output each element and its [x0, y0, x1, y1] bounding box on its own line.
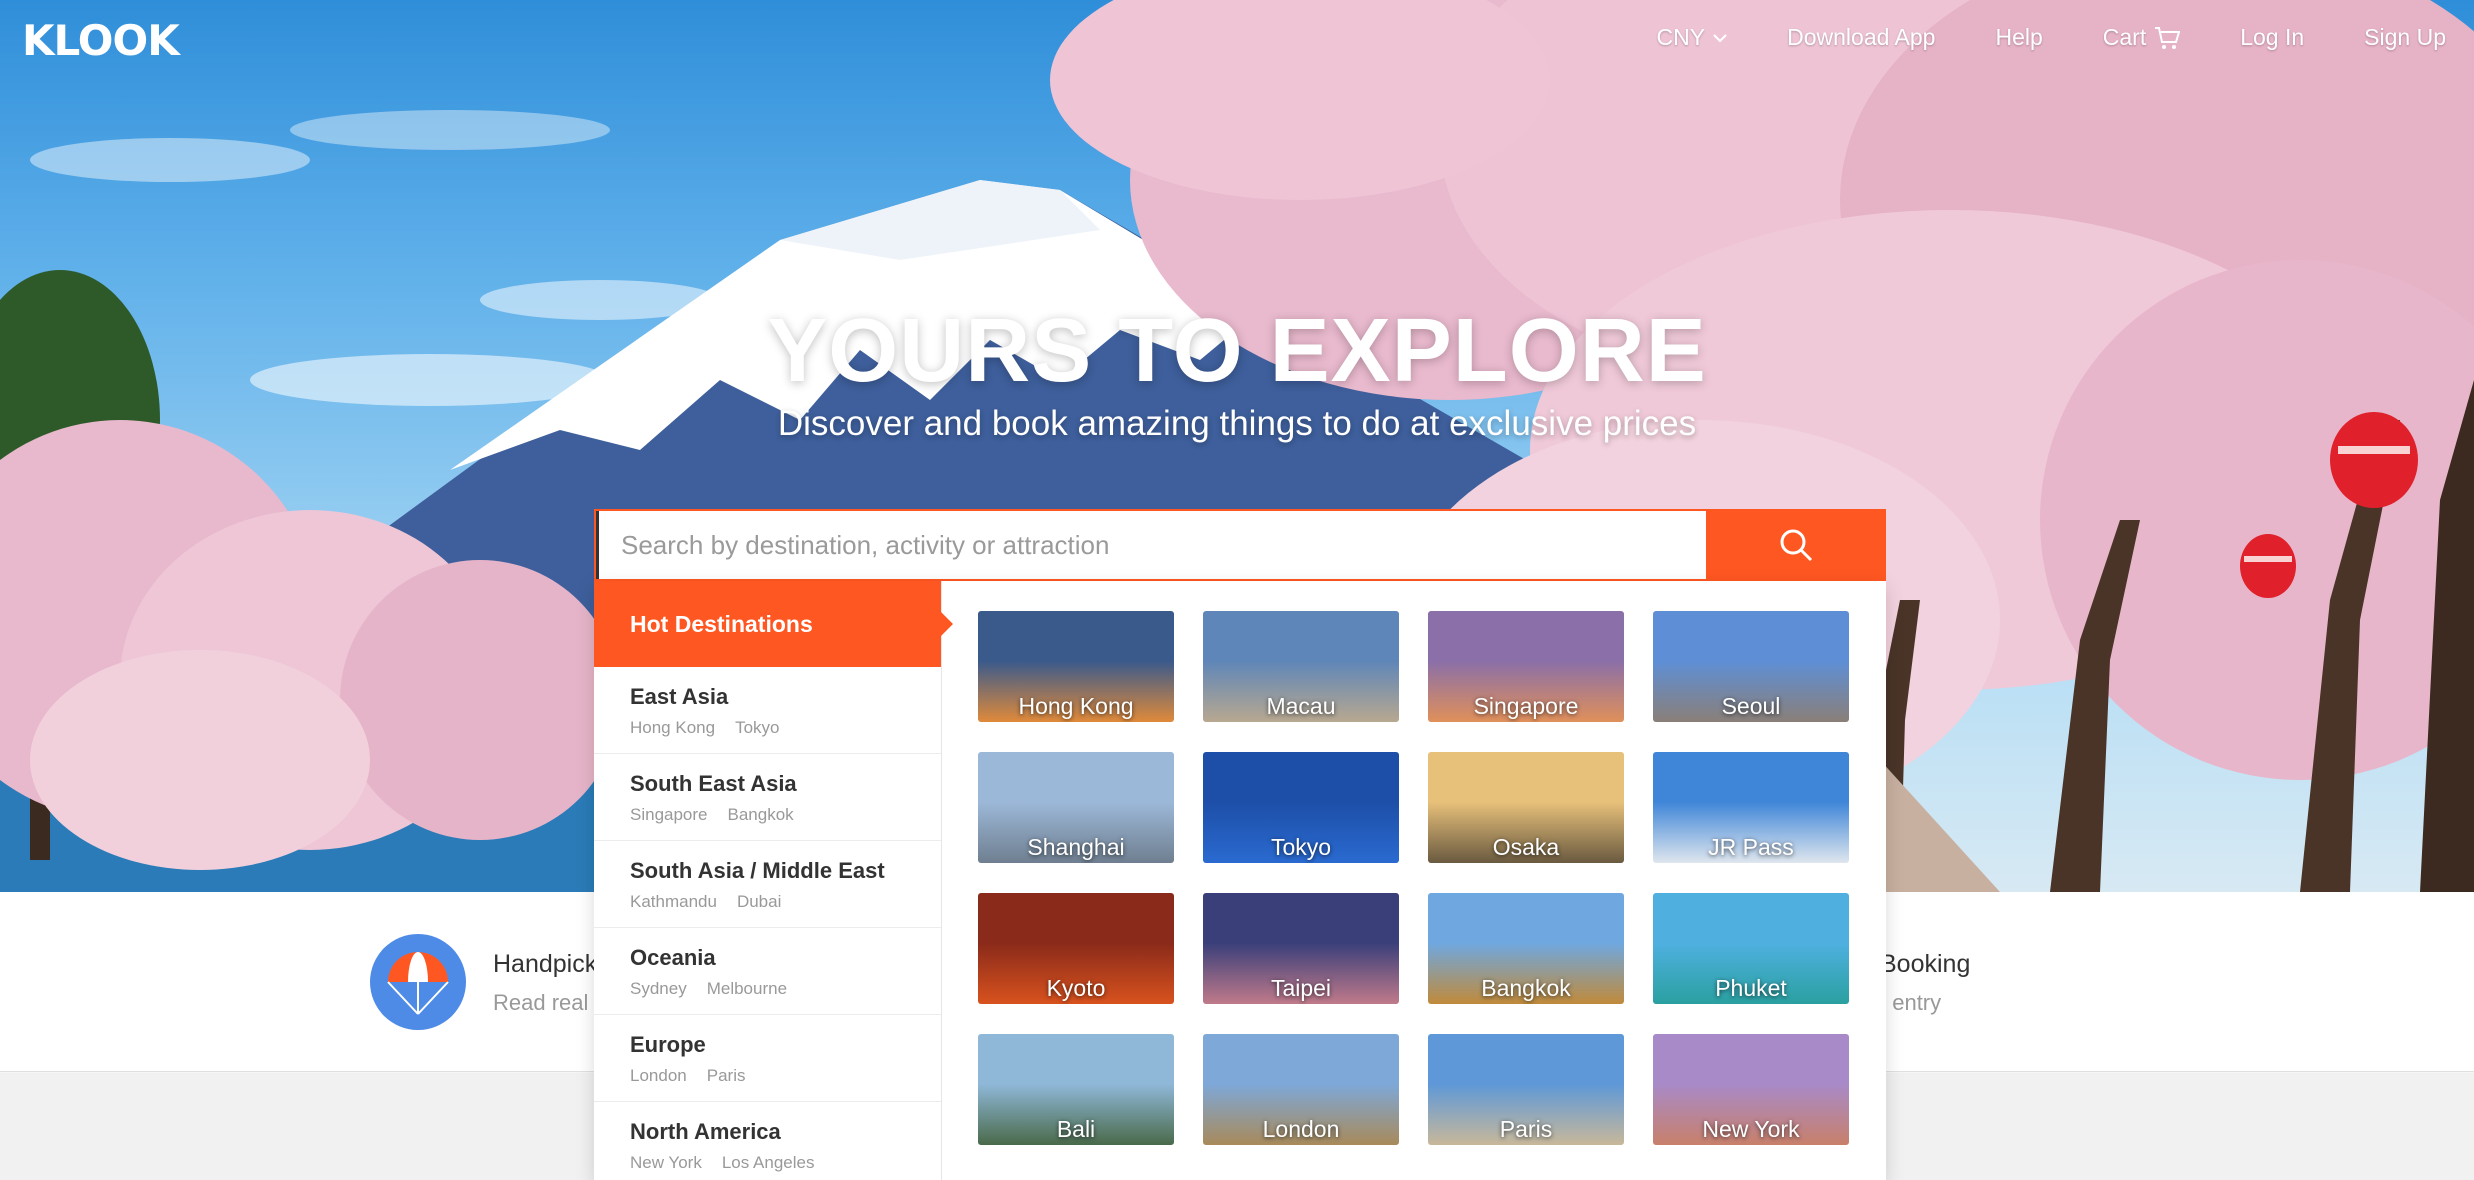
destination-grid: Hong Kong Macau Singapore Seoul Shanghai Toky… — [978, 611, 1849, 1145]
region-city-link[interactable]: Bangkok — [728, 805, 794, 824]
region-city-link[interactable]: Paris — [707, 1066, 746, 1085]
destination-label: Bangkok — [1481, 975, 1571, 1001]
search-input[interactable] — [596, 511, 1706, 579]
hero-subline: Discover and book amazing things to do a… — [777, 404, 1697, 443]
destination-card[interactable]: Bali — [978, 1034, 1174, 1145]
destination-label: Shanghai — [1027, 834, 1125, 860]
search-button[interactable] — [1706, 509, 1886, 581]
region-city-link[interactable]: Singapore — [630, 805, 708, 824]
region-item[interactable]: Europe London Paris — [594, 1015, 941, 1102]
region-cities: Singapore Bangkok — [630, 805, 941, 825]
destination-label: Tokyo — [1270, 834, 1332, 860]
feature-description: t entry — [1880, 990, 1942, 1015]
region-city-link[interactable]: New York — [630, 1153, 702, 1172]
destination-card[interactable]: London — [1203, 1034, 1399, 1145]
cart-link[interactable]: Cart — [2102, 24, 2181, 51]
region-city-link[interactable]: London — [630, 1066, 687, 1085]
destination-card[interactable]: Hong Kong — [978, 611, 1174, 722]
destination-card[interactable]: New York — [1653, 1034, 1849, 1145]
destination-card[interactable]: Osaka — [1428, 752, 1624, 863]
destination-label: Hong Kong — [1018, 693, 1134, 719]
region-cities: Sydney Melbourne — [630, 979, 941, 999]
destination-label: Osaka — [1492, 834, 1560, 860]
login-link[interactable]: Log In — [2240, 24, 2304, 51]
currency-label: CNY — [1656, 24, 1706, 50]
parachute-icon — [370, 934, 466, 1030]
destination-card[interactable]: Paris — [1428, 1034, 1624, 1145]
region-cities: London Paris — [630, 1066, 941, 1086]
destination-card[interactable]: Tokyo — [1203, 752, 1399, 863]
signup-link[interactable]: Sign Up — [2364, 24, 2446, 51]
region-name: Europe — [630, 1032, 706, 1057]
hero-headline: YOURS TO EXPLORE — [767, 301, 1707, 401]
region-item[interactable]: North America New York Los Angeles — [594, 1102, 941, 1180]
region-cities: Hong Kong Tokyo — [630, 718, 941, 738]
feature-description: Read real — [493, 990, 589, 1015]
cart-icon — [2155, 26, 2181, 49]
destination-card[interactable]: Phuket — [1653, 893, 1849, 1004]
destination-label: Macau — [1266, 693, 1336, 719]
destination-card[interactable]: Singapore — [1428, 611, 1624, 722]
destination-label: JR Pass — [1708, 834, 1794, 860]
feature-title: Handpick — [493, 950, 598, 978]
currency-selector[interactable]: CNY — [1657, 24, 1728, 51]
destination-label: Kyoto — [1046, 975, 1106, 1001]
region-name: South Asia / Middle East — [630, 858, 885, 883]
destination-card[interactable]: Seoul — [1653, 611, 1849, 722]
destination-card[interactable]: Shanghai — [978, 752, 1174, 863]
chevron-down-icon — [1713, 33, 1727, 42]
destination-label: Singapore — [1473, 693, 1579, 719]
region-name: East Asia — [630, 684, 729, 709]
region-name: Oceania — [630, 945, 716, 970]
region-city-link[interactable]: Dubai — [737, 892, 781, 911]
cart-label: Cart — [2102, 24, 2147, 50]
destination-card[interactable]: Macau — [1203, 611, 1399, 722]
destinations-dropdown: Hot Destinations East Asia Hong Kong Tokyo… — [594, 581, 1886, 1180]
region-cities: Kathmandu Dubai — [630, 892, 941, 912]
destination-label: Bali — [1056, 1116, 1096, 1142]
top-nav: KLOOK CNY Download App Help Cart Log In … — [0, 0, 2474, 80]
destination-label: Paris — [1499, 1116, 1553, 1142]
destination-card[interactable]: Taipei — [1203, 893, 1399, 1004]
region-list: Hot Destinations East Asia Hong Kong Tokyo… — [594, 581, 953, 1180]
region-item[interactable]: Oceania Sydney Melbourne — [594, 928, 941, 1015]
destination-label: Taipei — [1270, 975, 1332, 1001]
klook-logo[interactable]: KLOOK — [22, 16, 180, 65]
destination-card[interactable]: Kyoto — [978, 893, 1174, 1004]
region-city-link[interactable]: Kathmandu — [630, 892, 717, 911]
destination-card[interactable]: JR Pass — [1653, 752, 1849, 863]
region-city-link[interactable]: Sydney — [630, 979, 687, 998]
region-item[interactable]: East Asia Hong Kong Tokyo — [594, 667, 941, 754]
region-city-link[interactable]: Melbourne — [707, 979, 787, 998]
destination-label: Seoul — [1721, 693, 1781, 719]
region-item[interactable]: South East Asia Singapore Bangkok — [594, 754, 941, 841]
help-link[interactable]: Help — [1995, 24, 2042, 51]
tab-hot-destinations[interactable]: Hot Destinations — [594, 581, 953, 667]
region-cities: New York Los Angeles — [630, 1153, 941, 1173]
region-name: North America — [630, 1119, 781, 1144]
destination-label: Phuket — [1715, 975, 1787, 1001]
download-app-link[interactable]: Download App — [1787, 24, 1935, 51]
region-city-link[interactable]: Tokyo — [735, 718, 779, 737]
region-city-link[interactable]: Los Angeles — [722, 1153, 815, 1172]
destination-label: London — [1262, 1116, 1340, 1142]
search-icon — [1780, 529, 1813, 562]
destination-label: New York — [1702, 1116, 1800, 1142]
region-item[interactable]: South Asia / Middle East Kathmandu Dubai — [594, 841, 941, 928]
search-bar — [594, 509, 1886, 581]
region-city-link[interactable]: Hong Kong — [630, 718, 715, 737]
destination-card[interactable]: Bangkok — [1428, 893, 1624, 1004]
feature-title: Booking — [1880, 950, 1971, 978]
region-name: South East Asia — [630, 771, 797, 796]
